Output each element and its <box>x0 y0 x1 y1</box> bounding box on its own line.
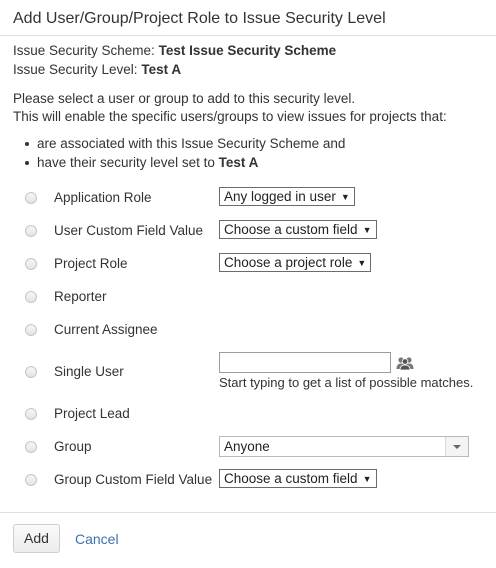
scheme-info: Issue Security Scheme: Test Issue Securi… <box>13 43 336 58</box>
chevron-down-icon: ▼ <box>362 474 372 484</box>
header-divider <box>0 35 496 36</box>
application-role-select[interactable]: Any logged in user ▼ <box>219 187 355 206</box>
group-select[interactable]: Anyone <box>219 436 469 457</box>
project-role-select[interactable]: Choose a project role ▼ <box>219 253 372 272</box>
option-application-role: Application Role Any logged in user ▼ <box>0 187 496 209</box>
condition-item: are associated with this Issue Security … <box>24 136 346 151</box>
radio-reporter[interactable] <box>25 291 37 303</box>
radio-group-custom-field[interactable] <box>25 474 37 486</box>
application-role-select-value: Any logged in user <box>224 189 336 204</box>
group-custom-field-label[interactable]: Group Custom Field Value <box>54 472 212 487</box>
project-role-label[interactable]: Project Role <box>54 256 128 271</box>
level-info: Issue Security Level: Test A <box>13 62 181 77</box>
option-project-lead: Project Lead <box>0 405 496 425</box>
condition-item: have their security level set to Test A <box>24 153 345 172</box>
add-button[interactable]: Add <box>13 524 60 553</box>
chevron-down-icon[interactable] <box>445 437 468 456</box>
option-reporter: Reporter <box>0 288 496 308</box>
radio-single-user[interactable] <box>25 366 37 378</box>
radio-project-role[interactable] <box>25 258 37 270</box>
group-select-value: Anyone <box>224 439 270 454</box>
project-role-select-value: Choose a project role <box>224 255 353 270</box>
option-project-role: Project Role Choose a project role ▼ <box>0 253 496 275</box>
users-icon[interactable] <box>396 356 414 370</box>
chevron-down-icon: ▼ <box>340 192 350 202</box>
user-custom-field-select[interactable]: Choose a custom field ▼ <box>219 220 377 239</box>
footer-divider <box>0 512 496 513</box>
chevron-down-icon: ▼ <box>357 258 367 268</box>
single-user-input[interactable] <box>219 352 391 373</box>
dialog-title: Add User/Group/Project Role to Issue Sec… <box>13 10 386 27</box>
user-custom-field-label[interactable]: User Custom Field Value <box>54 223 203 238</box>
single-user-hint: Start typing to get a list of possible m… <box>219 375 474 390</box>
application-role-label[interactable]: Application Role <box>54 190 152 205</box>
chevron-down-icon: ▼ <box>362 225 372 235</box>
conditions-list: are associated with this Issue Security … <box>24 134 346 172</box>
option-current-assignee: Current Assignee <box>0 321 496 341</box>
radio-application-role[interactable] <box>25 192 37 204</box>
scheme-value: Test Issue Security Scheme <box>158 43 337 58</box>
description-line-2: This will enable the specific users/grou… <box>13 109 447 124</box>
option-user-custom-field: User Custom Field Value Choose a custom … <box>0 220 496 242</box>
cancel-link[interactable]: Cancel <box>75 531 119 547</box>
radio-current-assignee[interactable] <box>25 324 37 336</box>
reporter-label[interactable]: Reporter <box>54 289 107 304</box>
radio-group[interactable] <box>25 441 37 453</box>
radio-project-lead[interactable] <box>25 408 37 420</box>
scheme-label: Issue Security Scheme: <box>13 43 155 58</box>
user-custom-field-select-value: Choose a custom field <box>224 222 358 237</box>
level-label: Issue Security Level: <box>13 62 138 77</box>
radio-user-custom-field[interactable] <box>25 225 37 237</box>
condition-level: Test A <box>218 155 259 170</box>
condition-text: have their security level set to <box>37 155 215 170</box>
project-lead-label[interactable]: Project Lead <box>54 406 130 421</box>
option-group-custom-field: Group Custom Field Value Choose a custom… <box>0 469 496 491</box>
description-line-1: Please select a user or group to add to … <box>13 91 356 106</box>
group-label[interactable]: Group <box>54 439 92 454</box>
current-assignee-label[interactable]: Current Assignee <box>54 322 158 337</box>
level-value: Test A <box>141 62 182 77</box>
group-custom-field-select-value: Choose a custom field <box>224 471 358 486</box>
single-user-label[interactable]: Single User <box>54 364 124 379</box>
group-custom-field-select[interactable]: Choose a custom field ▼ <box>219 469 377 488</box>
